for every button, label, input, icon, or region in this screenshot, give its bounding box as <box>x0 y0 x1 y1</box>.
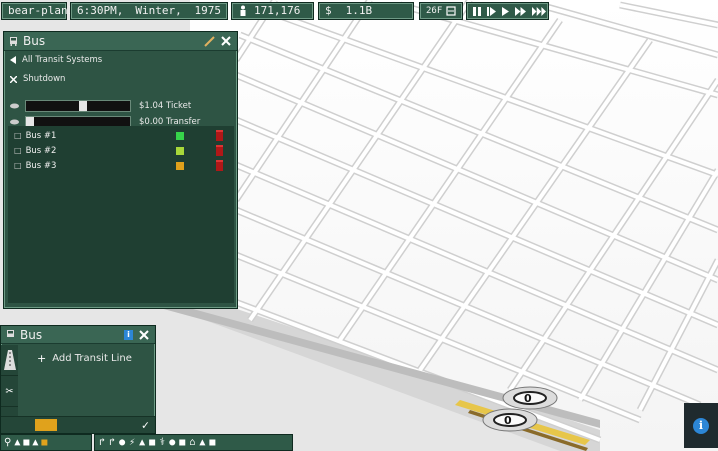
ticket-price-slider[interactable] <box>25 100 131 112</box>
speed-fast-icon[interactable] <box>515 6 526 16</box>
bus-line-label: Bus #1 <box>25 130 57 141</box>
transport-icon[interactable]: ■ <box>179 437 185 448</box>
transit-icon[interactable]: ■ <box>41 437 47 448</box>
close-icon[interactable] <box>139 329 149 340</box>
park-icon[interactable]: ▲ <box>139 437 145 448</box>
bottom-toolbar-left: ⚲ ▲ ■ ▲ ■ <box>0 434 92 451</box>
population-box[interactable]: 171,176 <box>231 2 314 20</box>
trash-icon[interactable] <box>215 145 223 156</box>
back-to-systems-link[interactable]: All Transit Systems <box>4 52 237 68</box>
population-text: 171,176 <box>254 4 301 17</box>
search-icon[interactable]: ⚲ <box>4 437 11 448</box>
add-transit-label: Add Transit Line <box>52 352 132 364</box>
speed-normal-icon[interactable] <box>502 6 509 16</box>
speed-controls <box>466 2 549 20</box>
ticket-price-row: $1.04 Ticket <box>4 98 237 114</box>
year-text: 1975 <box>194 4 222 17</box>
plus-icon: + <box>37 351 47 365</box>
add-transit-line-button[interactable]: + Add Transit Line <box>31 350 138 366</box>
data-icon[interactable]: ■ <box>209 437 215 448</box>
power-icon[interactable]: ⚡ <box>129 437 135 448</box>
home-icon[interactable]: ⌂ <box>189 437 195 448</box>
time-text: 6:30PM, <box>77 4 124 17</box>
ticket-price-label: $1.04 Ticket <box>139 101 192 111</box>
bus-line-label: Bus #3 <box>25 160 57 171</box>
bus-tool-header: Bus i <box>1 326 155 344</box>
bus-icon: □ <box>14 146 22 155</box>
shutdown-button[interactable]: Shutdown <box>4 71 237 87</box>
ticket-icon <box>10 119 19 125</box>
scissors-icon[interactable]: ✂ <box>1 376 18 407</box>
bus-icon: □ <box>14 161 22 170</box>
health-icon[interactable]: ⚕ <box>159 437 165 448</box>
city-icon[interactable]: ■ <box>23 437 29 448</box>
speed-slow-icon[interactable] <box>487 6 496 16</box>
zone-icon[interactable]: ▲ <box>14 437 20 448</box>
money-text: 1.1B <box>345 4 373 17</box>
triangle-left-icon <box>10 56 16 64</box>
road-tool-icon[interactable] <box>1 345 18 376</box>
weather-box[interactable]: 26F <box>419 2 463 20</box>
street-icon[interactable]: ↱ <box>109 437 115 448</box>
pencil-icon[interactable] <box>204 35 215 47</box>
bus-line-row[interactable]: □ Bus #2 <box>8 143 234 158</box>
police-icon[interactable]: ● <box>169 437 175 448</box>
x-icon <box>10 75 17 83</box>
season-text: Winter, <box>135 4 182 17</box>
svg-text:0: 0 <box>504 414 512 427</box>
info-icon[interactable]: i <box>124 329 133 340</box>
road-icon[interactable]: ↱ <box>99 437 105 448</box>
bus-panel-header: Bus <box>4 32 237 51</box>
bottom-toolbar-right: ↱ ↱ ● ⚡ ▲ ■ ⚕ ● ■ ⌂ ▲ ■ <box>94 434 293 451</box>
game-stage: 0 0 bear-plan1 6:30PM, Winter, 1975 171,… <box>0 0 718 451</box>
ticket-icon <box>10 103 19 109</box>
back-label: All Transit Systems <box>22 55 103 65</box>
bus-icon: □ <box>14 131 22 140</box>
info-button[interactable]: i <box>684 403 718 448</box>
bus-tool-title: Bus <box>20 327 43 342</box>
line-color-swatch[interactable] <box>175 146 184 155</box>
tool-footer: ✓ <box>1 416 155 433</box>
bus-line-list: □ Bus #1 □ Bus #2 □ Bus #3 <box>8 126 234 303</box>
weather-icon <box>446 6 456 16</box>
money-symbol: $ <box>325 4 332 17</box>
pause-icon[interactable] <box>473 6 481 16</box>
line-color-swatch[interactable] <box>175 161 184 170</box>
svg-text:0: 0 <box>524 392 532 405</box>
bus-icon <box>10 36 17 46</box>
line-color-swatch[interactable] <box>175 131 184 140</box>
bus-tool-panel: Bus i ✂ + Add Transit Line ✓ <box>0 325 156 434</box>
date-time-box[interactable]: 6:30PM, Winter, 1975 <box>70 2 228 20</box>
money-box[interactable]: $ 1.1B <box>318 2 414 20</box>
shutdown-label: Shutdown <box>23 74 66 84</box>
city-name: bear-plan1 <box>8 4 75 17</box>
city-name-box[interactable]: bear-plan1 <box>1 2 74 20</box>
trash-icon[interactable] <box>215 160 223 171</box>
bus-icon <box>7 330 14 339</box>
checkmark-icon[interactable]: ✓ <box>142 418 149 432</box>
bus-line-row[interactable]: □ Bus #3 <box>8 158 234 173</box>
person-icon <box>238 5 248 17</box>
education-icon[interactable]: ■ <box>149 437 155 448</box>
route-tool-icon[interactable] <box>35 419 57 431</box>
landmark-icon[interactable]: ▲ <box>199 437 205 448</box>
info-icon: i <box>693 417 709 434</box>
building-icon[interactable]: ▲ <box>32 437 38 448</box>
bus-system-panel: Bus All Transit Systems Shutdown $1.04 T… <box>3 31 238 309</box>
bus-line-label: Bus #2 <box>25 145 57 156</box>
close-icon[interactable] <box>221 36 231 46</box>
bus-panel-title: Bus <box>23 34 46 48</box>
water-icon[interactable]: ● <box>119 437 125 448</box>
speed-fastest-icon[interactable] <box>532 6 546 16</box>
ticket-slider-knob[interactable] <box>79 101 87 111</box>
bus-line-row[interactable]: □ Bus #1 <box>8 128 234 143</box>
trash-icon[interactable] <box>215 130 223 141</box>
temperature-text: 26F <box>426 6 443 16</box>
